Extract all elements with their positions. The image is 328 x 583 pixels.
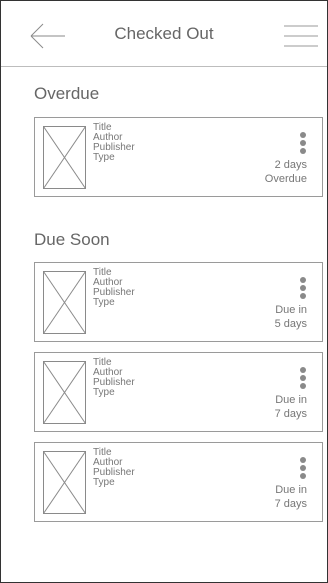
image-placeholder-icon <box>43 451 86 514</box>
image-placeholder-icon <box>43 271 86 334</box>
item-meta: Title Author Publisher Type <box>93 123 135 163</box>
checked-out-item[interactable]: Title Author Publisher Type 2 days Overd… <box>34 117 323 197</box>
due-status: Due in 5 days <box>275 303 307 331</box>
checked-out-item[interactable]: Title Author Publisher Type Due in 5 day… <box>34 262 323 342</box>
phone-screen: Checked Out Overdue Title Author Publish… <box>0 0 328 583</box>
image-placeholder-icon <box>43 126 86 189</box>
section-header-due-soon: Due Soon <box>34 230 110 249</box>
due-status: Due in 7 days <box>275 483 307 511</box>
due-status-line-2: 7 days <box>274 498 307 510</box>
item-type: Type <box>93 152 115 163</box>
top-app-bar: Checked Out <box>1 1 327 67</box>
item-type: Type <box>93 477 115 488</box>
due-status-line-1: 2 days <box>274 159 307 171</box>
item-meta: Title Author Publisher Type <box>93 358 135 398</box>
item-meta: Title Author Publisher Type <box>93 268 135 308</box>
checked-out-item[interactable]: Title Author Publisher Type Due in 7 day… <box>34 352 323 432</box>
image-placeholder-icon <box>43 361 86 424</box>
due-status: Due in 7 days <box>275 393 307 421</box>
due-status: 2 days Overdue <box>265 158 307 186</box>
kebab-menu-icon[interactable] <box>299 276 307 300</box>
due-status-line-2: 7 days <box>274 408 307 420</box>
due-status-line-2: Overdue <box>264 173 307 185</box>
due-status-line-2: 5 days <box>274 318 307 330</box>
section-header-overdue: Overdue <box>34 84 100 103</box>
kebab-menu-icon[interactable] <box>299 131 307 155</box>
item-meta: Title Author Publisher Type <box>93 448 135 488</box>
due-status-line-1: Due in <box>275 304 307 316</box>
hamburger-menu-icon[interactable] <box>284 25 318 47</box>
page-title: Checked Out <box>114 24 214 43</box>
kebab-menu-icon[interactable] <box>299 366 307 390</box>
due-status-line-1: Due in <box>275 394 307 406</box>
due-status-line-1: Due in <box>275 484 307 496</box>
checked-out-item[interactable]: Title Author Publisher Type Due in 7 day… <box>34 442 323 522</box>
item-type: Type <box>93 297 115 308</box>
kebab-menu-icon[interactable] <box>299 456 307 480</box>
item-type: Type <box>93 387 115 398</box>
